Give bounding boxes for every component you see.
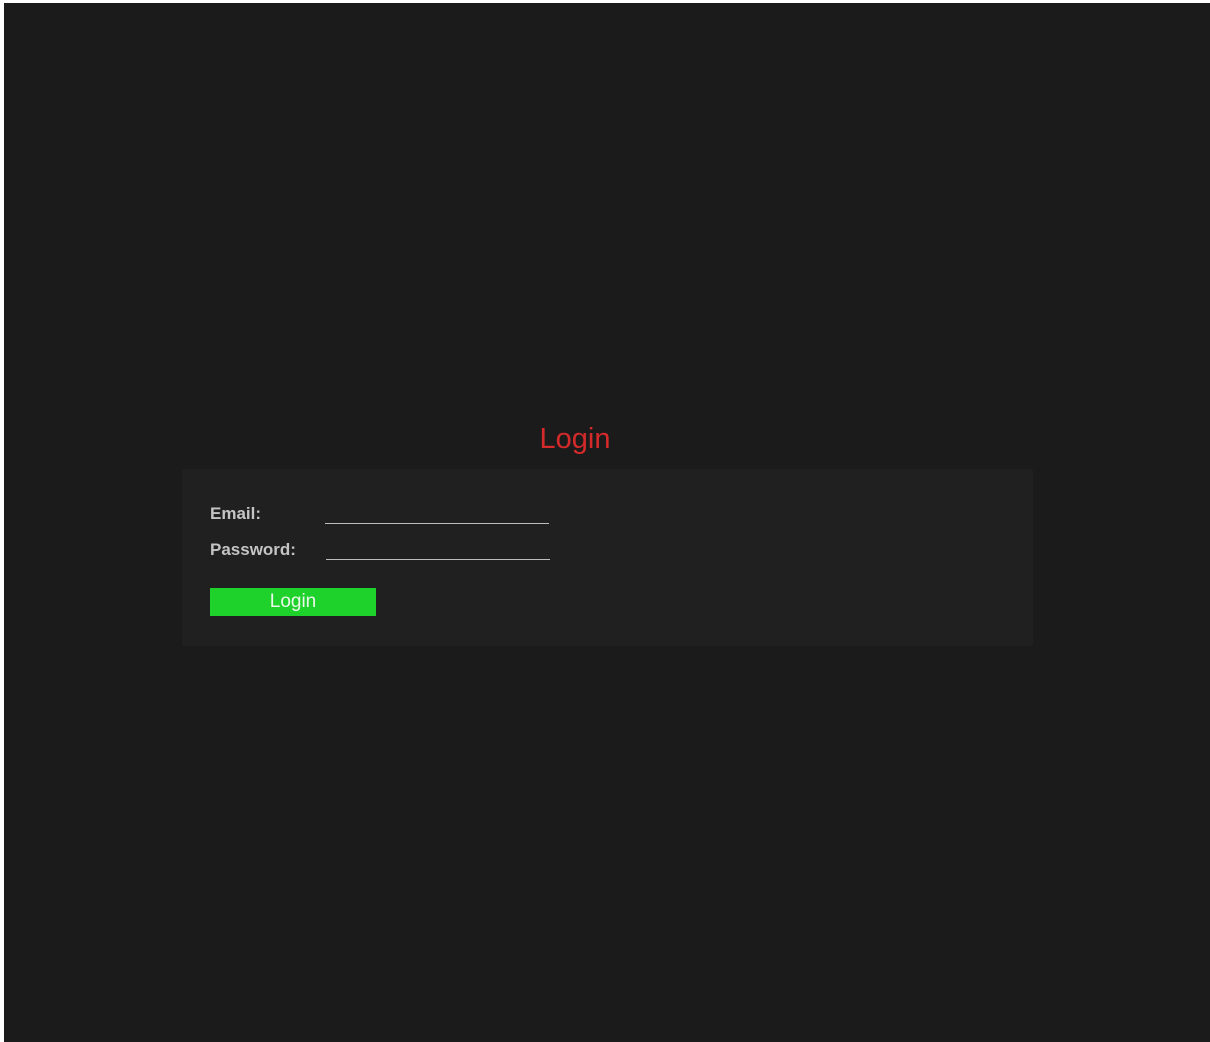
login-button[interactable]: Login <box>210 588 376 616</box>
email-label: Email: <box>210 504 262 523</box>
login-form-panel: Email: Password: Login <box>182 469 1033 646</box>
email-field[interactable] <box>325 505 549 524</box>
password-label: Password: <box>210 540 296 559</box>
password-field[interactable] <box>326 541 550 560</box>
page-title: Login <box>539 423 611 456</box>
app-window: Login Email: Password: Login <box>4 3 1210 1042</box>
